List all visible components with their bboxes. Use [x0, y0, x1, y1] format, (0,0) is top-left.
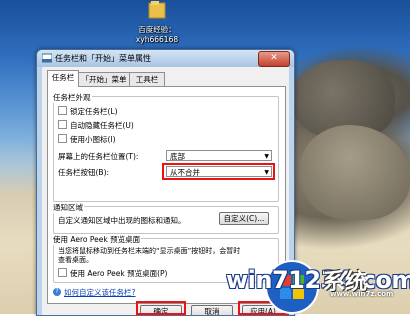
taskbar-buttons-label: 任务栏按钮(B):: [58, 168, 110, 177]
taskbar-location-select[interactable]: 底部 ▼: [166, 150, 272, 161]
dialog-title: 任务栏和「开始」菜单属性: [55, 54, 151, 63]
lock-taskbar-checkbox[interactable]: 锁定任务栏(L): [58, 106, 118, 116]
help-link[interactable]: 如何自定义该任务栏?: [64, 287, 135, 298]
checkbox-label: 自动隐藏任务栏(U): [70, 121, 134, 130]
autohide-taskbar-checkbox[interactable]: 自动隐藏任务栏(U): [58, 120, 134, 130]
rock-image: [300, 125, 410, 220]
dropdown-arrow-icon: ▼: [264, 153, 269, 160]
tab-start-menu[interactable]: 「开始」菜单: [78, 72, 130, 86]
desktop-icon-label: 百度经验：: [138, 25, 176, 34]
group-title: 使用 Aero Peek 预览桌面: [52, 234, 142, 245]
watermark-url: www.win7z.com: [330, 290, 394, 298]
checkbox-box[interactable]: [58, 120, 67, 129]
select-value: 底部: [170, 152, 185, 161]
notification-description: 自定义通知区域中出现的图标和通知。: [58, 216, 186, 225]
checkbox-label: 使用 Aero Peek 预览桌面(P): [70, 269, 168, 278]
checkbox-box[interactable]: [58, 134, 67, 143]
cancel-button[interactable]: 取消: [191, 305, 233, 315]
help-icon: ?: [53, 288, 61, 296]
aero-peek-description: 查看桌面。: [58, 256, 93, 264]
group-title: 任务栏外观: [52, 92, 92, 103]
title-bar[interactable]: 任务栏和「开始」菜单属性 ✕: [37, 50, 294, 67]
checkbox-label: 锁定任务栏(L): [70, 107, 118, 116]
checkbox-box[interactable]: [58, 268, 67, 277]
folder-icon[interactable]: [147, 0, 167, 20]
highlight-box: [136, 301, 186, 315]
small-icons-checkbox[interactable]: 使用小图标(I): [58, 134, 116, 144]
taskbar-location-label: 屏幕上的任务栏位置(T):: [58, 152, 139, 161]
checkbox-label: 使用小图标(I): [70, 135, 116, 144]
aero-peek-checkbox[interactable]: 使用 Aero Peek 预览桌面(P): [58, 268, 167, 278]
highlight-box: [162, 163, 275, 180]
checkbox-box[interactable]: [58, 106, 67, 115]
group-title: 通知区域: [52, 202, 84, 213]
tab-toolbars[interactable]: 工具栏: [129, 72, 165, 86]
taskbar-app-icon: [42, 53, 52, 63]
close-button[interactable]: ✕: [258, 51, 290, 67]
customize-button[interactable]: 自定义(C)...: [219, 212, 269, 225]
desktop-icon-label: xyh666168: [135, 35, 179, 44]
tab-taskbar[interactable]: 任务栏: [47, 70, 79, 87]
